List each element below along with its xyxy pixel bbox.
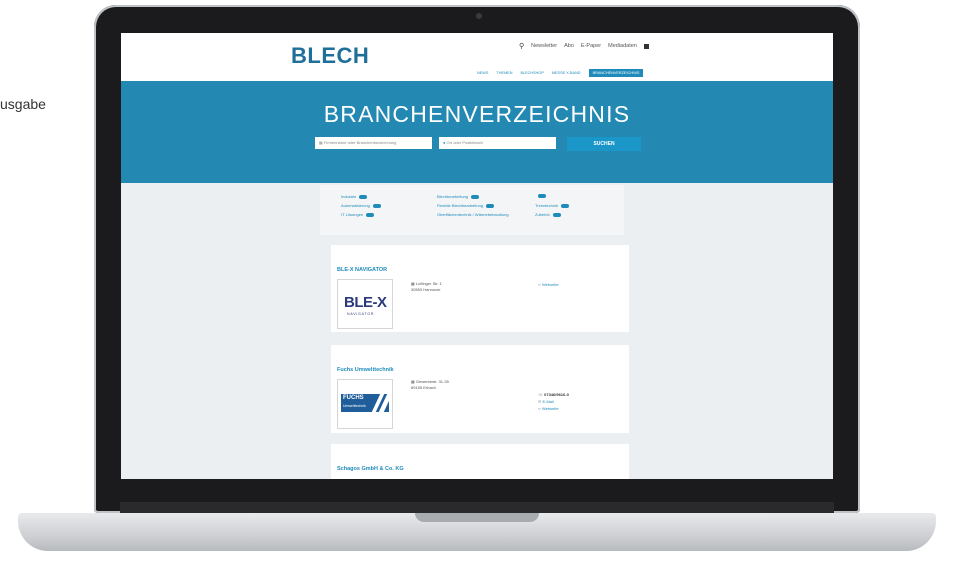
logo-subtext: NAVIGATOR bbox=[347, 312, 375, 316]
phone-label: 07346/9616-0 bbox=[544, 392, 569, 397]
company-name[interactable]: Schagos GmbH & Co. KG bbox=[337, 466, 404, 472]
company-address: ▦ Luftinger Str. 1 30559 Hannover bbox=[411, 281, 442, 293]
category-item[interactable]: Trenntechnik bbox=[535, 203, 569, 208]
category-item[interactable]: Automatisierung bbox=[341, 203, 381, 208]
count-badge bbox=[359, 194, 368, 199]
email-link[interactable]: ✉ E-Mail bbox=[538, 398, 569, 405]
nav-news[interactable]: NEWS bbox=[477, 71, 488, 75]
search-button[interactable]: SUCHEN bbox=[567, 137, 641, 151]
street: Luftinger Str. 1 bbox=[415, 281, 442, 286]
category-panel bbox=[320, 185, 624, 235]
category-label: IT Lösungen bbox=[341, 212, 364, 217]
company-logo: BLE-X NAVIGATOR bbox=[337, 279, 393, 329]
top-menu: ⚲ Newsletter Abo E-Paper Mediadaten bbox=[519, 42, 649, 50]
site-logo[interactable]: BLECH bbox=[291, 43, 369, 69]
website-link[interactable]: ∞ Webseite bbox=[538, 281, 559, 288]
category-label: Automatisierung bbox=[341, 203, 370, 208]
laptop-screen: BLECH ⚲ Newsletter Abo E-Paper Mediadate… bbox=[121, 33, 833, 479]
grid-icon[interactable] bbox=[643, 43, 649, 49]
keyword-placeholder: Firmenname oder Branchenbezeichnung bbox=[323, 140, 397, 145]
category-item[interactable]: Industrie bbox=[341, 194, 368, 199]
company-card[interactable]: Fuchs Umwelttechnik FUCHS Umwelttechnik … bbox=[331, 345, 629, 433]
count-badge bbox=[471, 194, 480, 199]
fuchs-logo: FUCHS Umwelttechnik bbox=[341, 394, 393, 412]
category-label: Blechbearbeitung bbox=[437, 194, 469, 199]
main-nav: NEWS THEMEN BLECHSHOP MESSE X-BAND BRANC… bbox=[477, 69, 644, 77]
category-item[interactable]: Blechbearbeitung bbox=[437, 194, 480, 199]
website-label: Webseite bbox=[541, 406, 559, 411]
count-badge bbox=[486, 203, 495, 208]
category-label: Trenntechnik bbox=[535, 203, 558, 208]
address-line: 89155 Erbach bbox=[411, 385, 436, 390]
street: Gewerbestr. 31-35 bbox=[415, 379, 449, 384]
site-header: BLECH ⚲ Newsletter Abo E-Paper Mediadate… bbox=[121, 33, 833, 85]
category-label: Zubehör bbox=[535, 212, 550, 217]
laptop-notch bbox=[415, 513, 539, 522]
side-caption: usgabe bbox=[0, 96, 46, 112]
company-address: ▦ Gewerbestr. 31-35 89155 Erbach bbox=[411, 379, 449, 391]
company-name[interactable]: Fuchs Umwelttechnik bbox=[337, 367, 394, 373]
company-logo: FUCHS Umwelttechnik bbox=[337, 379, 393, 429]
company-card[interactable]: Schagos GmbH & Co. KG bbox=[331, 444, 629, 479]
location-placeholder: Ort oder Postleitzahl bbox=[446, 140, 483, 145]
website-label: Webseite bbox=[541, 282, 559, 287]
location-search-input[interactable]: ● Ort oder Postleitzahl bbox=[439, 137, 556, 149]
count-badge bbox=[538, 194, 546, 198]
category-label: Industrie bbox=[341, 194, 357, 199]
topmenu-epaper[interactable]: E-Paper bbox=[581, 43, 601, 49]
company-card[interactable]: BLE-X NAVIGATOR BLE-X NAVIGATOR ▦ Luftin… bbox=[331, 245, 629, 332]
search-icon[interactable]: ⚲ bbox=[519, 42, 524, 50]
count-badge bbox=[372, 203, 381, 208]
email-label: E-Mail bbox=[542, 399, 554, 404]
logo-subtext: Umwelttechnik bbox=[343, 404, 366, 408]
count-badge bbox=[552, 212, 561, 217]
nav-blechshop[interactable]: BLECHSHOP bbox=[520, 71, 543, 75]
count-badge bbox=[366, 212, 375, 217]
count-badge bbox=[560, 203, 569, 208]
phone-number[interactable]: ☏ 07346/9616-0 bbox=[538, 391, 569, 398]
nav-branchenverzeichnis[interactable]: BRANCHENVERZEICHNIS bbox=[588, 69, 644, 77]
company-name[interactable]: BLE-X NAVIGATOR bbox=[337, 267, 387, 273]
category-label: Flexible Blechbearbeitung bbox=[437, 203, 484, 208]
address-line: 30559 Hannover bbox=[411, 287, 441, 292]
website-link[interactable]: ∞ Webseite bbox=[538, 405, 569, 412]
page-title: BRANCHENVERZEICHNIS bbox=[323, 101, 631, 127]
topmenu-newsletter[interactable]: Newsletter bbox=[531, 43, 557, 49]
nav-messe[interactable]: MESSE X-BAND bbox=[552, 71, 581, 75]
topmenu-mediadaten[interactable]: Mediadaten bbox=[608, 43, 637, 49]
company-contact: ∞ Webseite bbox=[538, 281, 559, 288]
keyword-search-input[interactable]: ▦ Firmenname oder Branchenbezeichnung bbox=[315, 137, 432, 149]
category-item[interactable]: Flexible Blechbearbeitung bbox=[437, 203, 495, 208]
category-item[interactable]: Zubehör bbox=[535, 212, 561, 217]
logo-text: BLE-X bbox=[344, 294, 387, 311]
category-label: Oberflächentechnik / Wärmebehandlung bbox=[437, 212, 509, 217]
category-item[interactable]: Oberflächentechnik / Wärmebehandlung bbox=[437, 212, 509, 217]
hero-banner: BRANCHENVERZEICHNIS bbox=[121, 81, 833, 183]
nav-themen[interactable]: THEMEN bbox=[496, 71, 512, 75]
company-contact: ☏ 07346/9616-0 ✉ E-Mail ∞ Webseite bbox=[538, 391, 569, 412]
category-item[interactable]: IT Lösungen bbox=[341, 212, 375, 217]
category-item[interactable] bbox=[535, 194, 546, 198]
camera-icon bbox=[476, 13, 482, 19]
topmenu-abo[interactable]: Abo bbox=[564, 43, 574, 49]
logo-text: FUCHS bbox=[343, 395, 364, 401]
